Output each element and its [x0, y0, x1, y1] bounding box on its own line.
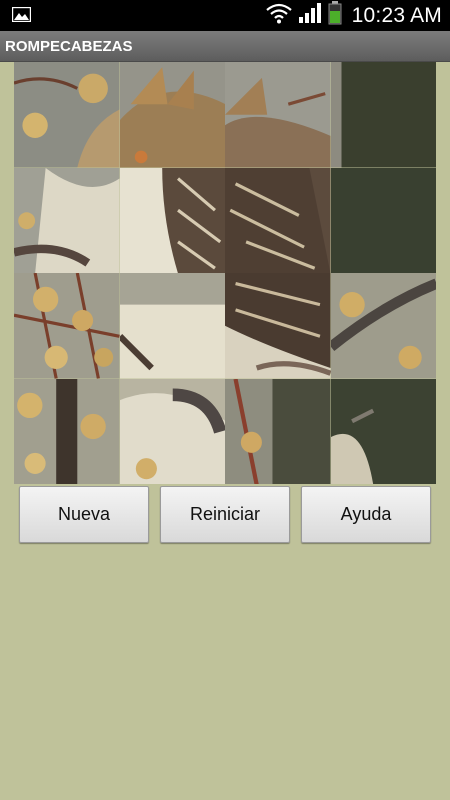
reset-button[interactable]: Reiniciar — [160, 486, 290, 543]
puzzle-tile[interactable] — [119, 167, 225, 273]
new-game-button[interactable]: Nueva — [19, 486, 149, 543]
puzzle-tile[interactable] — [225, 167, 331, 273]
puzzle-tile[interactable] — [330, 167, 436, 273]
puzzle-tile[interactable] — [14, 167, 120, 273]
puzzle-tile[interactable] — [119, 273, 225, 379]
puzzle-tile[interactable] — [225, 378, 331, 484]
puzzle-tile[interactable] — [330, 273, 436, 379]
puzzle-tile[interactable] — [225, 273, 331, 379]
battery-icon — [328, 1, 342, 30]
puzzle-tile[interactable] — [119, 62, 225, 168]
help-button[interactable]: Ayuda — [301, 486, 431, 543]
puzzle-tile[interactable] — [330, 378, 436, 484]
puzzle-tile[interactable] — [330, 62, 436, 168]
puzzle-tile[interactable] — [14, 273, 120, 379]
status-time: 10:23 AM — [351, 3, 442, 27]
puzzle-tile[interactable] — [14, 378, 120, 484]
puzzle-tile[interactable] — [14, 62, 120, 168]
app-title: ROMPECABEZAS — [0, 31, 450, 62]
button-bar: Nueva Reiniciar Ayuda — [19, 486, 431, 544]
gallery-icon — [11, 6, 32, 23]
signal-icon — [298, 2, 322, 29]
wifi-icon — [265, 2, 292, 29]
puzzle-board — [14, 62, 436, 484]
puzzle-tile[interactable] — [119, 378, 225, 484]
status-bar: 10:23 AM — [0, 0, 450, 31]
puzzle-tile[interactable] — [225, 62, 331, 168]
